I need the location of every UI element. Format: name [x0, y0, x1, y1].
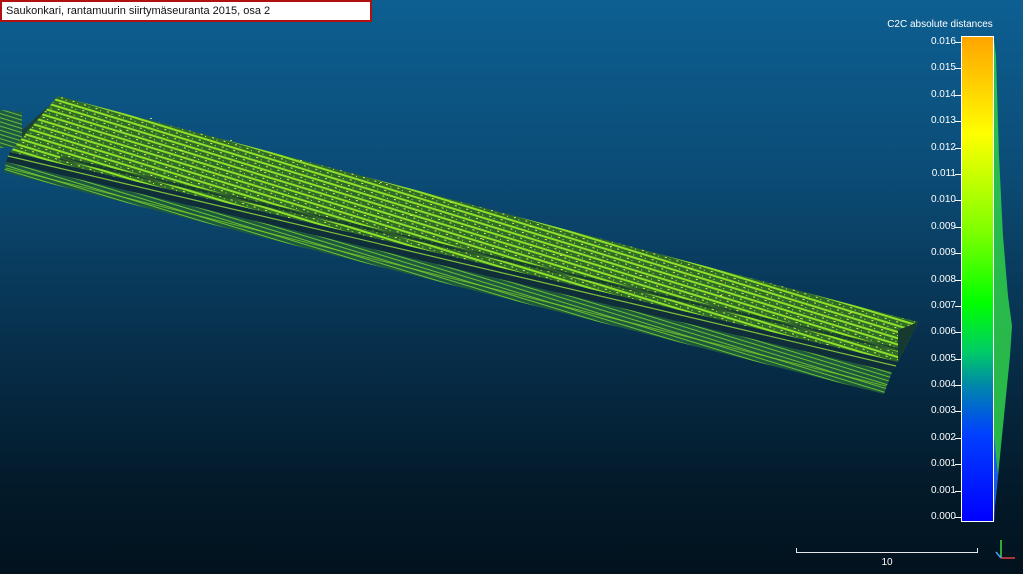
scalar-field-tick	[955, 121, 961, 122]
scalar-field-tick	[955, 411, 961, 412]
scale-bar-label: 10	[881, 557, 893, 568]
scalar-field-label: 0.001	[930, 484, 956, 496]
scalar-field-tick	[955, 68, 961, 69]
cloud-dark-seam	[59, 156, 901, 352]
scalar-field-tick	[955, 174, 961, 175]
scalar-field-label: 0.010	[930, 194, 956, 206]
scalar-field-tick	[955, 385, 961, 386]
scale-bar	[796, 552, 978, 553]
scale-bar-tick-right	[977, 548, 978, 553]
view-title: Saukonkari, rantamuurin siirtymäseuranta…	[6, 5, 271, 17]
scalar-field-label: 0.000	[930, 511, 956, 522]
view-title-box: Saukonkari, rantamuurin siirtymäseuranta…	[0, 0, 372, 22]
3d-viewport[interactable]	[0, 0, 1023, 574]
scalar-field-label: 0.002	[930, 431, 956, 443]
scalar-field-tick	[955, 517, 961, 518]
scalar-field-label: 0.011	[931, 167, 956, 179]
color-scale-bar	[961, 36, 994, 522]
scalar-field-label: 0.009	[930, 220, 956, 232]
scalar-field-label: 0.004	[930, 379, 956, 391]
scalar-field-label: 0.001	[930, 458, 956, 470]
scalar-field-tick	[955, 227, 961, 228]
scalar-field-label: 0.008	[930, 273, 956, 285]
scalar-field-tick	[955, 359, 961, 360]
scalar-field-label: 0.013	[930, 115, 956, 127]
scalar-field-label: 0.009	[930, 247, 956, 259]
scalar-field-label: 0.016	[930, 36, 956, 47]
scalar-field-tick	[955, 253, 961, 254]
scalar-field-label: 0.005	[930, 352, 956, 364]
scalar-field-tick	[955, 95, 961, 96]
scalar-field-label: 0.012	[930, 141, 956, 153]
cloud-ledge	[6, 152, 898, 372]
scalar-field-title: C2C absolute distances	[887, 19, 993, 30]
scalar-field-tick	[955, 306, 961, 307]
axis-trihedron-icon	[995, 540, 1015, 559]
scalar-field-tick	[955, 200, 961, 201]
histogram-curve	[994, 40, 1012, 522]
scalar-field-tick	[955, 464, 961, 465]
scalar-field-tick	[955, 332, 961, 333]
scalar-field-label: 0.014	[930, 88, 956, 100]
scalar-field-label: 0.015	[930, 62, 956, 74]
scalar-field-label: 0.003	[930, 405, 956, 417]
scalar-field-tick	[955, 491, 961, 492]
cloud-edge-line	[7, 155, 897, 367]
scalar-field-tick	[955, 42, 961, 43]
scalar-field-label: 0.007	[930, 299, 956, 311]
point-cloud-render[interactable]	[0, 0, 1023, 574]
scalar-field-tick	[955, 280, 961, 281]
scalar-field-label: 0.006	[930, 326, 956, 338]
scalar-field-tick	[955, 148, 961, 149]
scalar-field-tick	[955, 438, 961, 439]
